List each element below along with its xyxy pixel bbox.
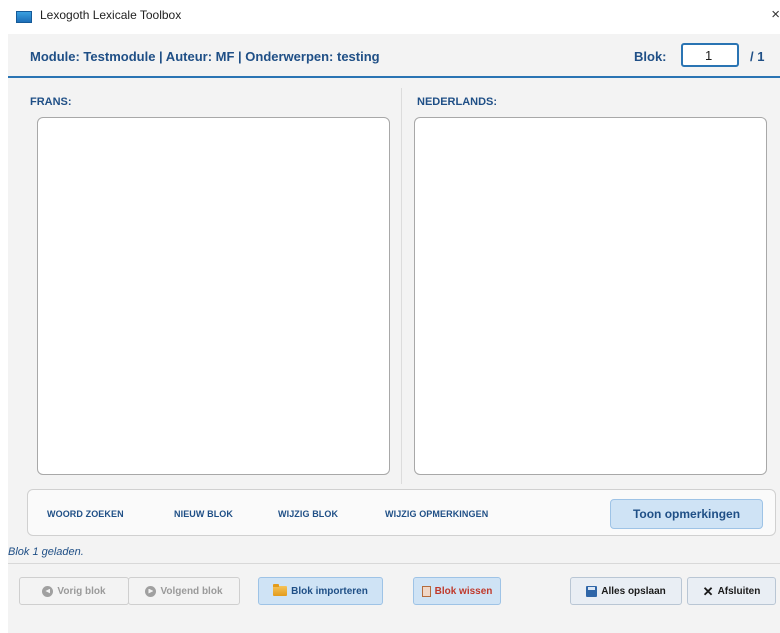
x-icon: ✕ <box>702 583 714 599</box>
blok-wissen-button[interactable]: Blok wissen <box>413 577 501 605</box>
vorig-blok-button[interactable]: Vorig blok <box>19 577 129 605</box>
frans-label: FRANS: <box>30 96 72 108</box>
footer-divider <box>8 563 780 564</box>
alles-opslaan-button[interactable]: Alles opslaan <box>570 577 682 605</box>
blok-importeren-button[interactable]: Blok importeren <box>258 577 383 605</box>
toon-opmerkingen-button[interactable]: Toon opmerkingen <box>610 499 763 529</box>
nederlands-label: NEDERLANDS: <box>417 96 498 108</box>
wijzig-opmerkingen-button[interactable]: WIJZIG OPMERKINGEN <box>385 509 488 519</box>
action-toolbar: WOORD ZOEKEN NIEUW BLOK WIJZIG BLOK WIJZ… <box>27 489 776 536</box>
volgend-blok-button[interactable]: Volgend blok <box>128 577 240 605</box>
volgend-blok-label: Volgend blok <box>160 585 223 597</box>
arrow-left-circle-icon <box>42 585 54 597</box>
window-title: Lexogoth Lexicale Toolbox <box>40 8 182 22</box>
blok-label: Blok: <box>634 49 667 64</box>
nederlands-textarea[interactable] <box>414 117 767 475</box>
afsluiten-button[interactable]: ✕ Afsluiten <box>687 577 776 605</box>
module-info: Module: Testmodule | Auteur: MF | Onderw… <box>30 49 380 64</box>
app-icon <box>16 11 32 23</box>
blok-wissen-label: Blok wissen <box>434 585 493 597</box>
title-bar: Lexogoth Lexicale Toolbox × <box>8 0 780 34</box>
afsluiten-label: Afsluiten <box>717 585 761 597</box>
frans-textarea[interactable] <box>37 117 390 475</box>
status-message: Blok 1 geladen. <box>8 546 84 558</box>
close-button[interactable]: × <box>764 6 780 23</box>
vorig-blok-label: Vorig blok <box>57 585 106 597</box>
blok-importeren-label: Blok importeren <box>291 585 368 597</box>
app-window: Lexogoth Lexicale Toolbox × Module: Test… <box>8 0 780 633</box>
blok-number-input[interactable] <box>681 43 739 67</box>
folder-icon <box>273 584 288 596</box>
woord-zoeken-button[interactable]: WOORD ZOEKEN <box>47 509 124 519</box>
trash-icon <box>421 585 431 597</box>
arrow-right-circle-icon <box>145 585 157 597</box>
blok-total: / 1 <box>750 49 765 64</box>
floppy-disk-icon <box>586 585 598 597</box>
nieuw-blok-button[interactable]: NIEUW BLOK <box>174 509 233 519</box>
module-header: Module: Testmodule | Auteur: MF | Onderw… <box>8 34 780 78</box>
wijzig-blok-button[interactable]: WIJZIG BLOK <box>278 509 338 519</box>
column-divider <box>401 88 402 484</box>
alles-opslaan-label: Alles opslaan <box>601 585 666 597</box>
